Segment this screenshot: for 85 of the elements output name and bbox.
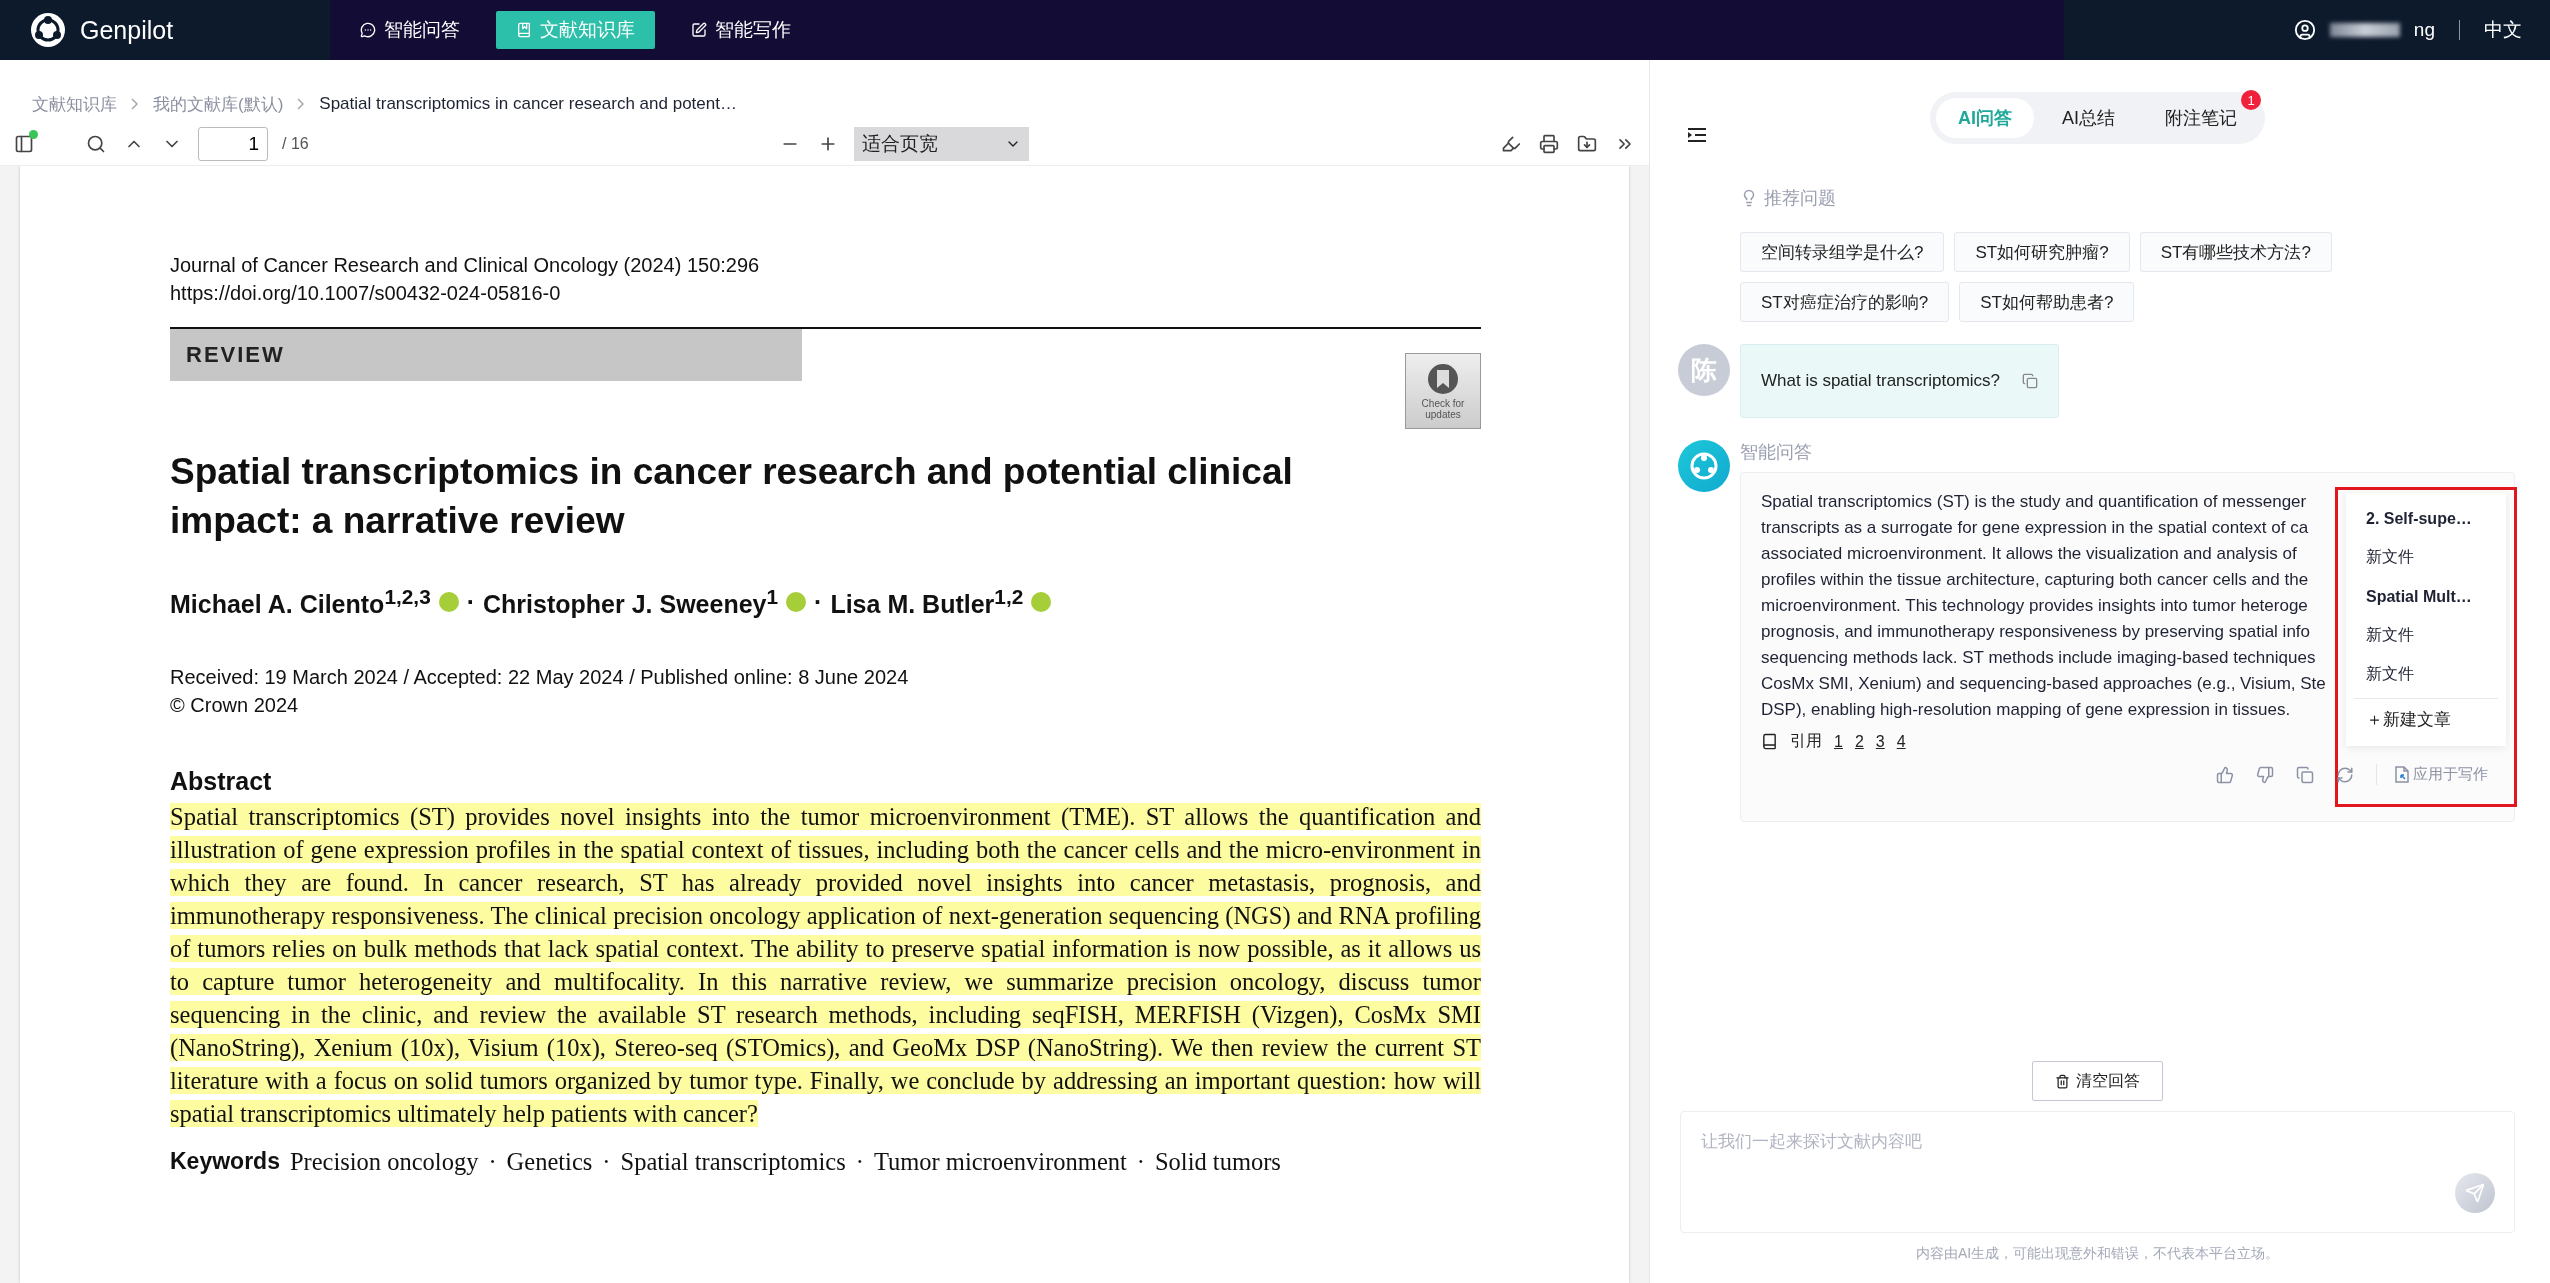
panel-tab[interactable]: AI总结 (2040, 98, 2137, 138)
assistant-avatar (1678, 440, 1730, 492)
trash-icon (2055, 1073, 2070, 1089)
menu-item[interactable]: 新文件 (2346, 655, 2506, 694)
update-badge[interactable]: Check for updates (1405, 353, 1481, 429)
citation-link[interactable]: 3 (1875, 732, 1885, 751)
suggested-question[interactable]: 空间转录组学是什么? (1740, 232, 1945, 272)
chat-icon (360, 22, 376, 38)
thumbs-down-icon[interactable] (2256, 765, 2274, 784)
citation-link[interactable]: 2 (1854, 732, 1864, 751)
language-label[interactable]: 中文 (2484, 17, 2522, 43)
sender-name: 智能问答 (1740, 441, 1813, 464)
article-type-banner: REVIEW (170, 329, 802, 381)
app-name: Genpilot (80, 15, 174, 45)
answer-text-line: Spatial transcriptomics (ST) is the study and quantification of messenger (1761, 491, 2307, 513)
author-separator: · (814, 587, 823, 617)
keyword-separator: · (488, 1148, 497, 1177)
keyword: Solid tumors (1155, 1148, 1281, 1177)
keyword-separator: · (855, 1148, 864, 1177)
refresh-icon[interactable] (2336, 765, 2354, 784)
article-title: Spatial transcriptomics in cancer research and potential clinical impact: a narrative review (170, 450, 1294, 543)
pen-icon (691, 22, 707, 38)
menu-item[interactable]: Spatial Mult… (2346, 577, 2506, 616)
answer-text-line: associated microenvironment. It allows the visualization and analysis of (1761, 543, 2297, 565)
citation-link[interactable]: 4 (1896, 732, 1906, 751)
thumbs-up-icon[interactable] (2216, 765, 2234, 784)
keyword: Precision oncology (289, 1148, 479, 1177)
user-icon[interactable] (2293, 19, 2316, 41)
keywords-label: Keywords (170, 1148, 280, 1177)
chevron-icon (297, 98, 306, 110)
keyword: Tumor microenvironment (873, 1148, 1127, 1177)
citation-label: 引用 (1790, 731, 1822, 751)
nav-tab[interactable]: 智能写作 (671, 11, 811, 49)
abstract-heading: Abstract (170, 767, 273, 797)
copyright: © Crown 2024 (170, 693, 300, 719)
keyword: Spatial transcriptomics (620, 1148, 846, 1177)
answer-text-line: transcripts as a surrogate for gene expression in the spatial context of ca (1761, 517, 2309, 539)
zoom-select[interactable]: 适合页宽 (854, 126, 1030, 161)
collapse-panel-icon[interactable] (1688, 128, 1706, 142)
question-text: What is spatial transcriptomics? (1761, 371, 2001, 391)
clear-answers-button[interactable]: 清空回答 (2032, 1061, 2163, 1101)
answer-text-line: sequencing methods lack. ST methods include imaging-based techniques (1761, 647, 2316, 669)
keyword-separator: · (1136, 1148, 1145, 1177)
page-count: / 16 (282, 134, 309, 153)
menu-item[interactable]: 新文件 (2346, 616, 2506, 655)
answer-text-line: DSP), enabling high-resolution mapping of gene expression in tissues. (1761, 699, 2291, 721)
book-icon (516, 22, 532, 38)
author-separator: · (466, 587, 476, 617)
copy-icon[interactable] (2022, 373, 2039, 389)
nav-tab[interactable]: 智能问答 (340, 11, 480, 49)
new-article-item[interactable]: ＋新建文章 (2354, 698, 2498, 740)
chat-input-field[interactable]: 让我们一起来探讨文献内容吧 (1680, 1111, 2515, 1233)
answer-text-line: CosMx SMI, Xenium) and sequencing-based approaches (e.g., Visium, Ste (1761, 673, 2326, 695)
author-name: Christopher J. Sweeney$^{1}$ (483, 585, 779, 620)
copy-icon[interactable] (2296, 765, 2314, 784)
author-name: Lisa M. Butler$^{1,2}$ (830, 585, 1024, 620)
blurred-username (2329, 23, 2400, 37)
publication-dates: Received: 19 March 2024 / Accepted: 22 May 2024 / Published online: 8 June 2024 (170, 665, 910, 691)
answer-text-line: profiles within the tissue architecture, capturing both cancer cells and the (1761, 569, 2309, 591)
answer-text-line: prognosis, and immunotherapy responsiveness by preserving spatial info (1761, 621, 2311, 643)
suggestions-title: 推荐问题 (1764, 187, 1836, 210)
send-icon (2465, 1183, 2485, 1203)
notification-badge: 1 (2241, 90, 2261, 110)
file-icon (2395, 766, 2409, 783)
logo-icon (30, 12, 66, 48)
disclaimer-text: 内容由AI生成，可能出现意外和错误，不代表本平台立场。 (1914, 1245, 2281, 1263)
abstract-text: Spatial transcriptomics (ST) provides novel insights into the tumor microenvironment (TME). ST allows the quantification and illustration of gene expression profiles in the spatial context of tissues, including both the cancer cells and the micro-environment in which they are found. In cancer research, ST has already provided novel insights into cancer metastasis, prognosis, and immunotherapy responsiveness. The clinical precision oncology application of next-generation sequencing (NGS) and RNA profiling of tumors relies on bulk methods that lack spatial context. The ability to preserve spatial information is now possible, as it allows us to capture tumor heterogeneity and multifocality. In this narrative review, we summarize precision oncology, discuss tumor sequencing in the clinic, and review the available ST research methods, including seqFISH, MERFISH (Vizgen), CosMx SMI (NanoString), Xenium (10x), Visium (10x), Stereo-seq (STOmics), and GeoMx DSP (NanoString). We then review the current ST literature with a focus on solid tumors organized by tumor type. Finally, we conclude by addressing an important question: how will spatial transcriptomics ultimately help patients with cancer? (170, 802, 1481, 1130)
suggested-question[interactable]: ST如何研究肿瘤? (1954, 232, 2130, 272)
citation-link[interactable]: 1 (1834, 732, 1843, 751)
answer-text-line: microenvironment. This technology provides insights into tumor heteroge (1761, 595, 2308, 617)
suggested-question[interactable]: ST有哪些技术方法? (2139, 232, 2332, 272)
suggested-question[interactable]: ST如何帮助患者? (1959, 282, 2135, 322)
menu-item[interactable]: 新文件 (2346, 538, 2506, 577)
chevron-icon (131, 98, 139, 110)
suggested-question[interactable]: ST对癌症治疗的影响? (1740, 282, 1950, 322)
book-icon (1761, 733, 1778, 750)
breadcrumb-item: Spatial transcriptomics in cancer research and potent… (319, 94, 737, 114)
menu-item[interactable]: 2. Self-supe… (2346, 499, 2506, 538)
keyword: Genetics (506, 1148, 593, 1177)
page-number-field[interactable]: 1 (198, 126, 268, 161)
journal-citation: Journal of Cancer Research and Clinical Oncology (2024) 150:296 (170, 253, 761, 278)
user-name: ng (2413, 19, 2435, 41)
keyword-separator: · (602, 1148, 611, 1177)
doi-link[interactable]: https://doi.org/10.1007/s00432-024-05816-0 (170, 279, 1481, 307)
author-name: Michael A. Cilento$^{1,2,3}$ (170, 585, 431, 620)
